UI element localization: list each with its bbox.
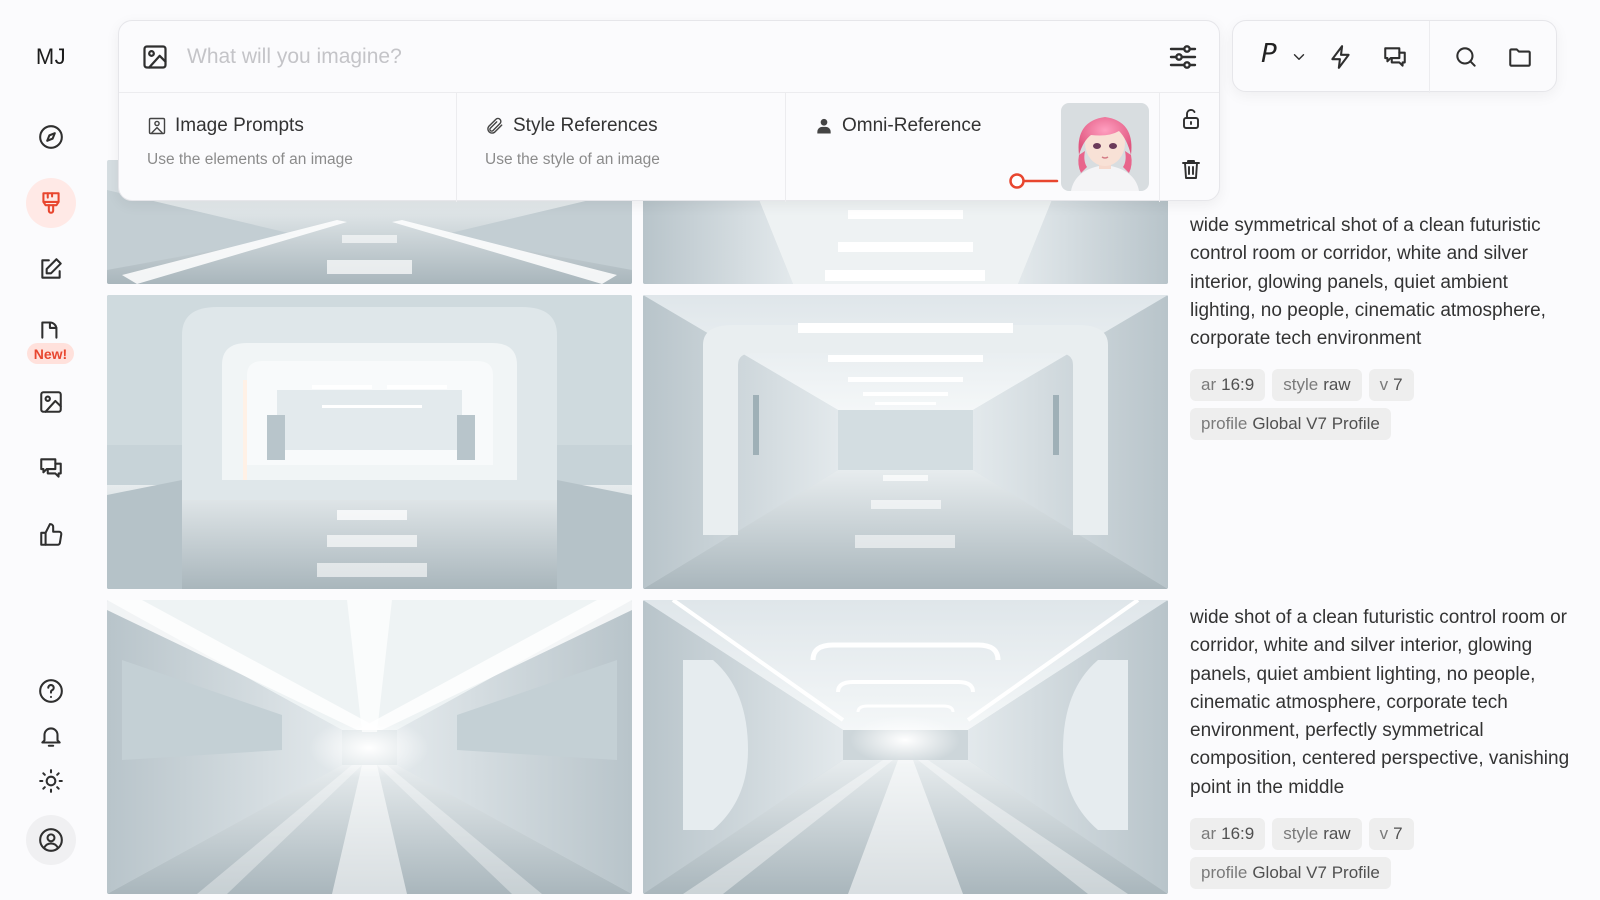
chat-icon <box>40 458 62 478</box>
image-prompts-section[interactable]: Image Prompts Use the elements of an ima… <box>119 93 456 202</box>
trash-icon[interactable] <box>1179 157 1203 181</box>
style-references-title: Style References <box>513 115 658 136</box>
chat-mode-button[interactable] <box>1379 41 1411 73</box>
sidebar-item-help[interactable] <box>26 666 76 716</box>
lightning-icon <box>1331 45 1350 69</box>
sidebar-item-explore[interactable] <box>26 112 76 162</box>
sidebar-item-organize[interactable] <box>26 377 76 427</box>
generated-image[interactable] <box>643 600 1168 894</box>
personalization-toggle[interactable]: P <box>1261 39 1277 69</box>
imagine-bar <box>119 21 1219 93</box>
unlock-icon[interactable] <box>1179 107 1203 131</box>
omni-weight-slider[interactable] <box>1009 171 1059 191</box>
image-prompt-icon <box>148 117 166 135</box>
help-icon <box>39 679 63 703</box>
sidebar-item-new-feature[interactable] <box>26 308 76 342</box>
paperclip-icon <box>487 117 503 134</box>
param-tag-version[interactable]: v7 <box>1368 818 1414 851</box>
param-tag-profile[interactable]: profile Global V7 Profile <box>1190 408 1391 441</box>
sidebar-item-notifications[interactable] <box>26 711 76 761</box>
sidebar: MJ New! <box>0 0 102 900</box>
image-icon <box>40 391 62 413</box>
param-tag-ar[interactable]: ar 16:9 <box>1190 369 1266 402</box>
sidebar-item-personalize[interactable] <box>26 510 76 560</box>
video-icon <box>41 321 58 339</box>
sidebar-item-create[interactable] <box>26 178 76 228</box>
job-prompt-text[interactable]: wide shot of a clean futuristic control … <box>1190 604 1570 802</box>
chat-icon <box>1384 47 1406 67</box>
edit-icon <box>41 258 62 279</box>
folder-icon <box>1509 48 1531 67</box>
sidebar-item-account[interactable] <box>26 815 76 865</box>
job-parameters: ar 16:9 style raw v7 profile Global V7 Prof… <box>1190 818 1570 890</box>
sidebar-item-edit[interactable] <box>26 244 76 294</box>
sun-icon <box>39 769 63 793</box>
param-tag-style[interactable]: style raw <box>1272 369 1362 402</box>
style-references-section[interactable]: Style References Use the style of an ima… <box>456 93 785 202</box>
style-references-subtitle: Use the style of an image <box>485 151 660 168</box>
param-tag-ar[interactable]: ar 16:9 <box>1190 818 1266 851</box>
generated-image[interactable] <box>107 600 632 894</box>
new-badge: New! <box>27 343 74 364</box>
imagine-panel: Image Prompts Use the elements of an ima… <box>118 20 1221 202</box>
job-parameters: ar 16:9 style raw v7 profile Global V7 Prof… <box>1190 369 1570 441</box>
add-image-icon[interactable] <box>141 43 169 71</box>
toolbar-divider <box>1429 21 1430 93</box>
omni-reference-title: Omni-Reference <box>842 115 982 136</box>
image-prompts-subtitle: Use the elements of an image <box>147 151 353 168</box>
omni-reference-thumbnail[interactable] <box>1061 103 1149 191</box>
param-tag-profile[interactable]: profile Global V7 Profile <box>1190 857 1391 890</box>
search-icon <box>1456 47 1476 67</box>
top-toolbar: P <box>1232 20 1557 93</box>
speed-mode-button[interactable] <box>1325 41 1357 73</box>
job-prompt-block: wide symmetrical shot of a clean futuris… <box>1190 212 1570 441</box>
user-circle-icon <box>39 828 63 852</box>
thumbs-up-icon <box>40 523 63 546</box>
compass-icon <box>39 125 63 149</box>
generated-image[interactable] <box>643 295 1168 589</box>
param-tag-style[interactable]: style raw <box>1272 818 1362 851</box>
folder-button[interactable] <box>1504 41 1536 73</box>
midjourney-logo[interactable]: MJ <box>0 44 102 70</box>
settings-sliders-icon[interactable] <box>1167 41 1199 73</box>
chevron-down-icon <box>1293 54 1305 60</box>
reference-actions <box>1159 93 1221 202</box>
image-prompts-title: Image Prompts <box>175 115 304 136</box>
generated-image[interactable] <box>107 295 632 589</box>
person-icon <box>817 118 831 134</box>
bell-icon <box>41 727 61 747</box>
sidebar-item-theme[interactable] <box>26 756 76 806</box>
imagine-input[interactable] <box>187 35 1067 79</box>
personalization-dropdown[interactable] <box>1289 41 1309 73</box>
sidebar-item-chat[interactable] <box>26 443 76 493</box>
param-tag-version[interactable]: v7 <box>1368 369 1414 402</box>
search-button[interactable] <box>1450 41 1482 73</box>
job-prompt-text[interactable]: wide symmetrical shot of a clean futuris… <box>1190 212 1570 353</box>
job-prompt-block: wide shot of a clean futuristic control … <box>1190 604 1570 890</box>
paint-brush-icon <box>42 192 60 214</box>
